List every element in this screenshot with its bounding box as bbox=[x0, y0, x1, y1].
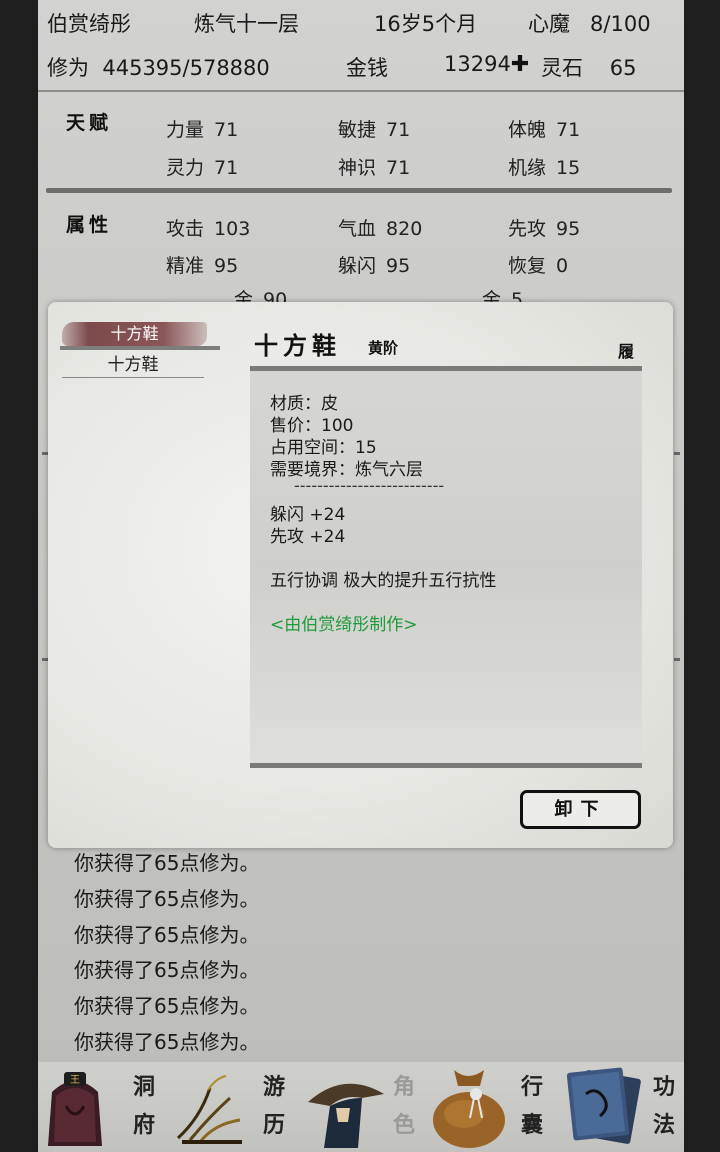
nav-skills-label-1: 功 bbox=[652, 1074, 675, 1100]
money-value-group: 13294✚ bbox=[444, 52, 529, 77]
nav-bag[interactable]: 行 囊 bbox=[428, 1062, 556, 1152]
item-description: 五行协调 极大的提升五行抗性 bbox=[270, 571, 497, 591]
log-entry: 你获得了65点修为。 bbox=[74, 886, 260, 911]
item-name: 十方鞋 bbox=[254, 331, 341, 360]
equipment-list-item[interactable]: 十方鞋 bbox=[62, 352, 204, 378]
spirit-stone: 灵石 65 bbox=[541, 52, 636, 82]
character-age: 16岁5个月 bbox=[374, 12, 478, 36]
item-slot: 履 bbox=[618, 342, 635, 361]
equipment-detail-modal: 十方鞋 十方鞋 十方鞋 黄阶 履 材质：皮 售价：100 占用空间：15 需要境… bbox=[48, 302, 673, 848]
cultivation-label: 修为 bbox=[47, 56, 89, 80]
heart-demon: 心魔 8/100 bbox=[528, 8, 651, 38]
nav-character[interactable]: 角 色 bbox=[298, 1062, 428, 1152]
nav-travel-label-2: 历 bbox=[262, 1112, 285, 1138]
equipment-tab-active[interactable]: 十方鞋 bbox=[62, 320, 207, 348]
character-name: 伯赏绮彤 bbox=[47, 12, 131, 36]
attribute-stat: 攻击 103 bbox=[166, 218, 251, 240]
travel-icon bbox=[176, 1075, 242, 1144]
svg-text:王: 王 bbox=[70, 1075, 80, 1086]
clover-icon: ✚ bbox=[510, 52, 530, 77]
nav-character-label-2: 色 bbox=[392, 1112, 415, 1138]
attribute-stat: 先攻 95 bbox=[508, 218, 581, 240]
nav-cave-label-1: 洞 bbox=[132, 1074, 155, 1100]
talent-stat: 体魄 71 bbox=[508, 119, 581, 141]
attribute-stat: 恢复 0 bbox=[508, 255, 569, 277]
nav-bag-label-1: 行 bbox=[520, 1074, 543, 1100]
money-label: 金钱 bbox=[346, 56, 388, 80]
talent-stat: 力量 71 bbox=[166, 119, 239, 141]
tab-underline bbox=[60, 346, 220, 350]
detail-separator: -------------------------- bbox=[294, 476, 445, 495]
log-entry: 你获得了65点修为。 bbox=[74, 958, 260, 983]
log-entry: 你获得了65点修为。 bbox=[74, 922, 260, 947]
talent-stat: 敏捷 71 bbox=[338, 119, 411, 141]
equipment-tab-label: 十方鞋 bbox=[110, 324, 159, 343]
edge-mark bbox=[674, 452, 680, 455]
header-divider bbox=[38, 90, 684, 92]
talent-stat: 灵力 71 bbox=[166, 157, 239, 179]
skills-book-icon bbox=[566, 1067, 641, 1144]
nav-skills-label-2: 法 bbox=[652, 1112, 675, 1138]
spirit-stone-value: 65 bbox=[609, 56, 637, 80]
character-icon bbox=[308, 1083, 384, 1148]
nav-travel[interactable]: 游 历 bbox=[170, 1062, 298, 1152]
log-entry: 你获得了65点修为。 bbox=[74, 1029, 260, 1054]
talent-title: 天赋 bbox=[66, 112, 113, 134]
section-divider bbox=[46, 188, 672, 193]
nav-travel-label-1: 游 bbox=[262, 1074, 285, 1100]
nav-cave-label-2: 府 bbox=[132, 1112, 155, 1138]
item-maker: <由伯赏绮彤制作> bbox=[270, 615, 418, 635]
attribute-stat: 精准 95 bbox=[166, 255, 239, 277]
cave-icon: 王 bbox=[48, 1072, 102, 1146]
attributes-title: 属性 bbox=[66, 214, 113, 236]
item-detail-panel: 材质：皮 售价：100 占用空间：15 需要境界：炼气六层 ----------… bbox=[250, 366, 642, 768]
item-bonus: 先攻 +24 bbox=[270, 527, 346, 547]
cultivation-value: 445395/578880 bbox=[102, 56, 270, 80]
unequip-button[interactable]: 卸下 bbox=[520, 790, 641, 829]
heart-demon-value: 8/100 bbox=[590, 12, 651, 36]
nav-cave[interactable]: 王 洞 府 bbox=[38, 1062, 170, 1152]
nav-skills[interactable]: 功 法 bbox=[556, 1062, 684, 1152]
bag-icon bbox=[433, 1070, 505, 1148]
edge-mark bbox=[674, 658, 680, 661]
cultivation: 修为 445395/578880 bbox=[47, 52, 270, 82]
nav-bag-label-2: 囊 bbox=[520, 1112, 543, 1138]
money-value: 13294 bbox=[444, 52, 511, 76]
talent-stat: 神识 71 bbox=[338, 157, 411, 179]
attribute-stat: 气血 820 bbox=[338, 218, 423, 240]
status-header: 伯赏绮彤 炼气十一层 16岁5个月 心魔 8/100 修为 445395/578… bbox=[38, 0, 684, 90]
message-log: 你获得了65点修为。 你获得了65点修为。 你获得了65点修为。 你获得了65点… bbox=[74, 846, 674, 1061]
log-entry: 你获得了65点修为。 bbox=[74, 851, 260, 875]
spirit-stone-label: 灵石 bbox=[541, 56, 583, 80]
item-grade: 黄阶 bbox=[368, 339, 399, 357]
realm-level: 炼气十一层 bbox=[194, 12, 299, 36]
bottom-nav: 王 洞 府 游 历 角 色 行 囊 功 法 bbox=[38, 1062, 684, 1152]
log-entry: 你获得了65点修为。 bbox=[74, 994, 260, 1019]
attribute-stat: 躲闪 95 bbox=[338, 255, 411, 277]
heart-demon-label: 心魔 bbox=[528, 12, 570, 36]
talent-stat: 机缘 15 bbox=[508, 157, 581, 179]
nav-character-label-1: 角 bbox=[392, 1074, 415, 1100]
